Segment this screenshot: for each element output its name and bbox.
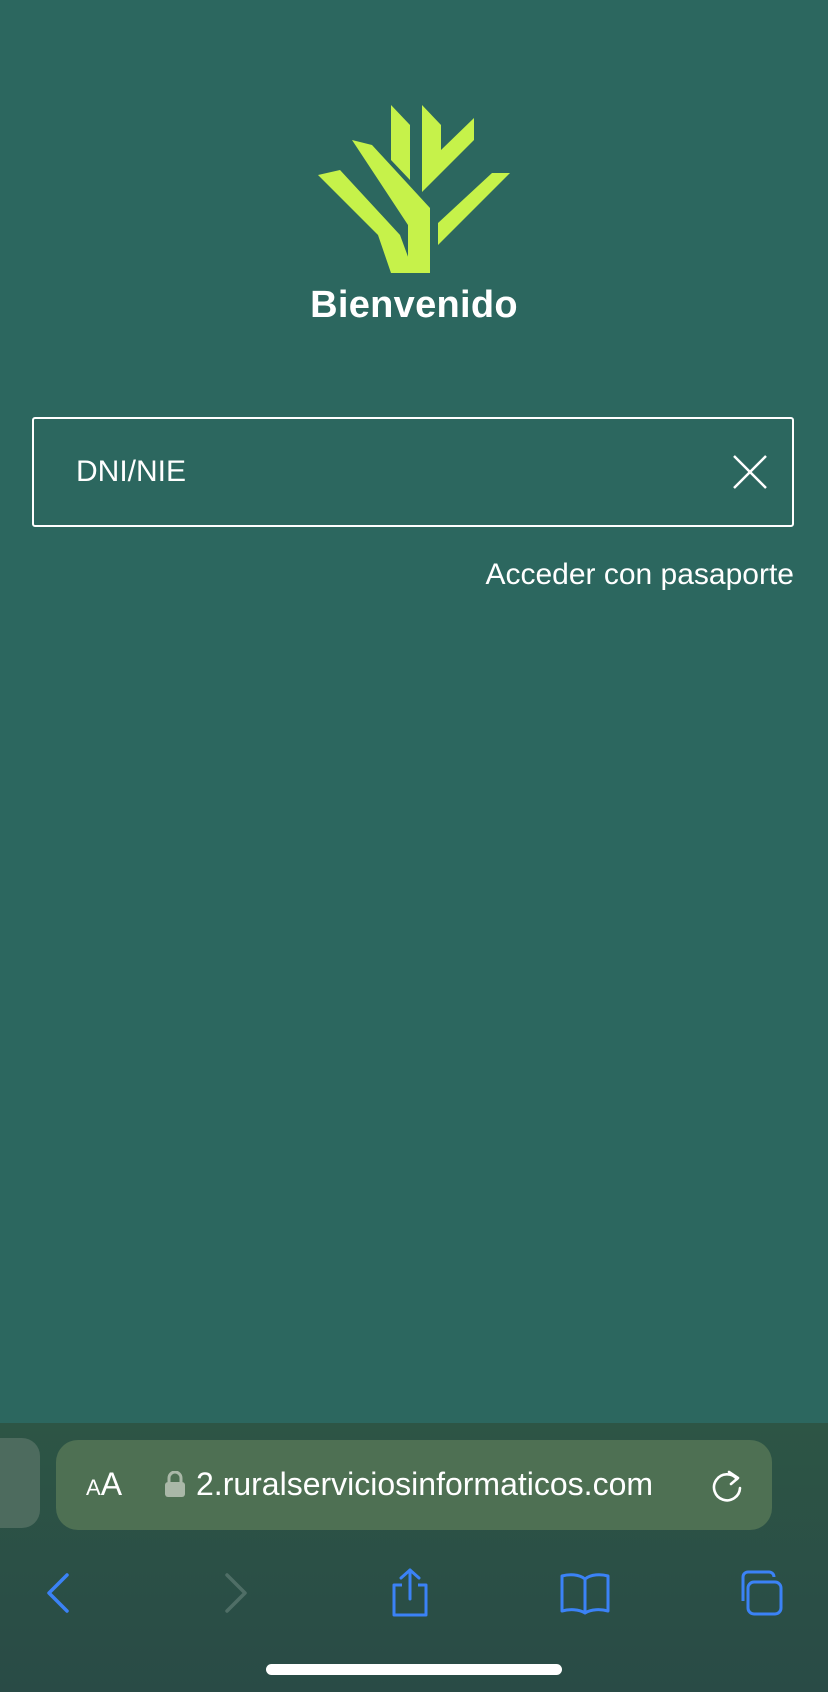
url-text: 2.ruralserviciosinformaticos.com <box>196 1466 654 1502</box>
login-page: Bienvenido Acceder con pasaporte AA 2.ru… <box>0 0 828 1692</box>
address-bar[interactable]: AA 2.ruralserviciosinformaticos.com <box>56 1440 772 1530</box>
bank-logo-icon <box>318 105 510 273</box>
tabs-icon <box>741 1570 783 1616</box>
tabs-button[interactable] <box>720 1553 800 1633</box>
lock-icon <box>165 1471 185 1497</box>
passport-login-link[interactable]: Acceder con pasaporte <box>485 558 794 592</box>
text-size-large-label: A <box>100 1466 123 1502</box>
id-input[interactable] <box>76 419 696 525</box>
chevron-left-icon <box>47 1573 69 1613</box>
back-button[interactable] <box>18 1553 98 1633</box>
bookmarks-button[interactable] <box>545 1553 625 1633</box>
welcome-title: Bienvenido <box>310 284 518 326</box>
share-button[interactable] <box>370 1553 450 1633</box>
share-icon <box>392 1568 428 1617</box>
home-indicator[interactable] <box>266 1664 562 1675</box>
text-size-small-label: A <box>86 1475 101 1500</box>
browser-toolbar <box>0 1553 828 1633</box>
previous-tab-preview[interactable] <box>0 1438 40 1528</box>
browser-bottom-bar: AA 2.ruralserviciosinformaticos.com <box>0 1423 828 1692</box>
reload-icon[interactable] <box>709 1467 745 1503</box>
text-size-button[interactable]: AA <box>86 1462 122 1510</box>
id-field[interactable] <box>32 417 794 527</box>
book-icon <box>560 1573 610 1615</box>
clear-icon[interactable] <box>730 452 770 492</box>
forward-button[interactable] <box>196 1553 276 1633</box>
chevron-right-icon <box>225 1573 247 1613</box>
